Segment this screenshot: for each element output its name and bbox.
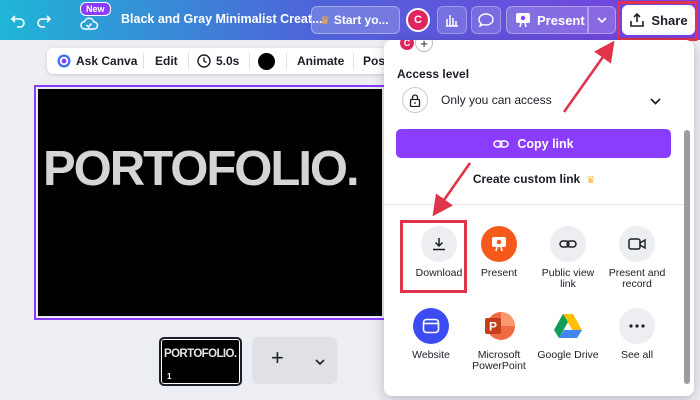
present-icon	[516, 13, 530, 28]
access-level-select[interactable]: Only you can access	[396, 84, 674, 116]
link-icon	[550, 226, 586, 262]
present-and-record-label: Present and record	[608, 267, 666, 290]
toolbar-divider	[143, 53, 144, 69]
edit-button[interactable]: Edit	[155, 48, 178, 74]
google-drive-label: Google Drive	[537, 349, 599, 361]
ask-canva-label: Ask Canva	[76, 54, 138, 68]
start-trial-label: Start yo...	[333, 13, 389, 27]
plus-icon: +	[271, 345, 284, 370]
present-icon	[481, 226, 517, 262]
animate-label: Animate	[297, 54, 345, 68]
website-option[interactable]: Website	[393, 308, 469, 361]
new-badge: New	[80, 2, 111, 16]
website-icon	[413, 308, 449, 344]
powerpoint-icon: P	[481, 308, 517, 344]
toolbar-divider	[188, 53, 189, 69]
access-level-value: Only you can access	[441, 93, 552, 107]
document-title[interactable]: Black and Gray Minimalist Creat...	[121, 12, 322, 26]
start-trial-button[interactable]: ♛ Start yo...	[311, 6, 400, 34]
top-bar: New Black and Gray Minimalist Creat... ♛…	[0, 0, 700, 40]
link-icon	[493, 139, 510, 148]
chevron-down-icon	[597, 17, 607, 23]
bar-chart-icon	[446, 15, 458, 27]
color-swatch	[258, 52, 275, 70]
download-highlight-box	[400, 220, 467, 293]
copy-link-label: Copy link	[517, 136, 574, 151]
comments-button[interactable]	[471, 6, 501, 34]
present-button[interactable]: Present	[506, 6, 588, 34]
svg-text:P: P	[489, 320, 497, 334]
toolbar-divider	[286, 53, 287, 69]
page-thumbnail[interactable]: PORTOFOLIO. 1	[159, 337, 242, 386]
ask-canva-button[interactable]: Ask Canva	[57, 48, 137, 74]
see-all-label: See all	[620, 349, 654, 361]
collaborator-avatar: C	[398, 40, 416, 52]
duration-label: 5.0s	[216, 54, 240, 68]
create-custom-link-button[interactable]: Create custom link ♛	[384, 172, 684, 186]
powerpoint-label: Microsoft PowerPoint	[472, 349, 526, 372]
present-option-label: Present	[480, 267, 518, 279]
user-avatar[interactable]: C	[406, 8, 430, 32]
animate-button[interactable]: Animate	[297, 48, 344, 74]
present-and-record-option[interactable]: Present and record	[599, 226, 675, 290]
edit-label: Edit	[155, 54, 178, 68]
panel-divider	[384, 204, 684, 205]
see-all-option[interactable]: See all	[599, 308, 675, 361]
custom-link-label: Create custom link	[472, 172, 581, 186]
camera-icon	[619, 226, 655, 262]
toolbar-divider	[249, 53, 250, 69]
design-canvas[interactable]: PORTOFOLIO.	[38, 89, 382, 316]
panel-scrollbar[interactable]	[684, 130, 690, 384]
crown-icon: ♛	[586, 175, 596, 186]
google-drive-icon	[550, 308, 586, 344]
copy-link-button[interactable]: Copy link	[396, 129, 671, 158]
add-collaborator-button[interactable]: +	[415, 40, 433, 52]
redo-icon[interactable]	[32, 8, 56, 32]
public-view-link-option[interactable]: Public view link	[530, 226, 606, 290]
insights-button[interactable]	[437, 6, 467, 34]
share-panel: C + Access level Only you can access Cop…	[384, 40, 694, 396]
present-option[interactable]: Present	[461, 226, 537, 279]
duration-button[interactable]: 5.0s	[197, 48, 239, 74]
website-label: Website	[412, 349, 450, 361]
chevron-down-icon[interactable]	[315, 352, 325, 370]
canva-assistant-icon	[57, 54, 71, 68]
chevron-down-icon	[650, 92, 661, 110]
undo-icon[interactable]	[6, 8, 30, 32]
canvas-headline[interactable]: PORTOFOLIO.	[43, 141, 360, 197]
public-view-link-label: Public view link	[541, 267, 595, 290]
lock-icon	[402, 87, 428, 113]
powerpoint-option[interactable]: P Microsoft PowerPoint	[461, 308, 537, 372]
google-drive-option[interactable]: Google Drive	[530, 308, 606, 361]
present-label: Present	[537, 12, 585, 28]
thumbnail-headline: PORTOFOLIO.	[164, 348, 237, 360]
toolbar-divider	[353, 53, 354, 69]
crown-icon: ♛	[320, 14, 330, 27]
more-icon	[619, 308, 655, 344]
color-picker-button[interactable]	[258, 48, 275, 74]
add-page-button[interactable]: +	[252, 337, 337, 384]
access-level-label: Access level	[397, 67, 470, 81]
present-options-button[interactable]	[588, 6, 616, 34]
share-highlight-box	[617, 1, 698, 41]
page-number: 1	[167, 372, 172, 381]
clock-icon	[197, 54, 211, 68]
element-toolbar: Ask Canva Edit 5.0s Animate Posi	[47, 48, 388, 74]
comment-icon	[478, 13, 494, 27]
